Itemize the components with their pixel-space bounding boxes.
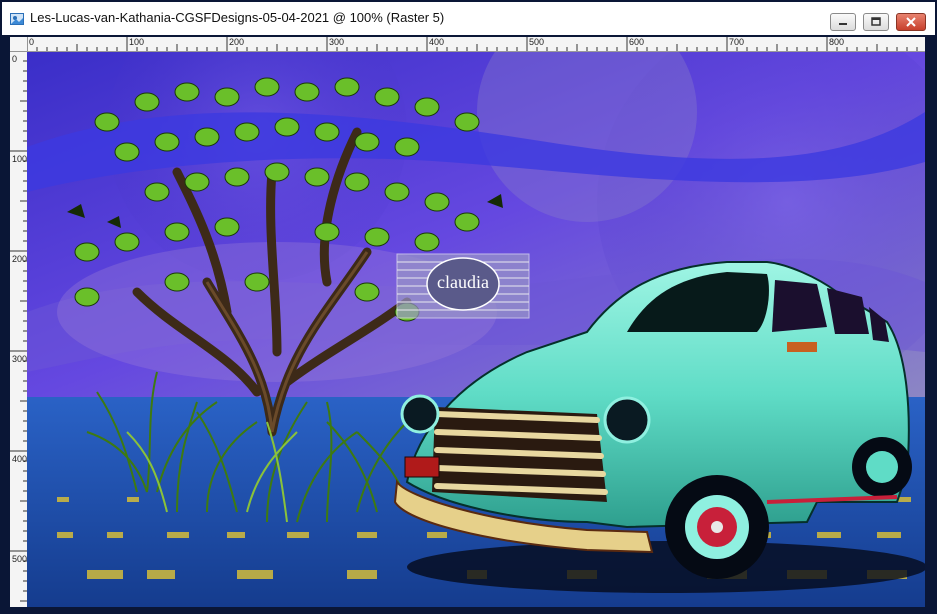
watermark-text: claudia (437, 272, 489, 292)
ruler-label: 800 (829, 37, 844, 47)
car-grille (432, 407, 608, 502)
restore-button[interactable] (863, 13, 889, 31)
artwork: claudia (27, 52, 925, 607)
window-title: Les-Lucas-van-Kathania-CGSFDesigns-05-04… (30, 10, 445, 25)
window-frame-edge (925, 37, 934, 609)
title-bar[interactable]: Les-Lucas-van-Kathania-CGSFDesigns-05-04… (2, 2, 935, 35)
ruler-label: 200 (229, 37, 244, 47)
ruler-label: 0 (12, 54, 17, 64)
ruler-label: 100 (129, 37, 144, 47)
ruler-label: 200 (12, 254, 27, 264)
ruler-label: 300 (12, 354, 27, 364)
restore-icon (871, 17, 881, 26)
ruler-label: 400 (12, 454, 27, 464)
ruler-label: 400 (429, 37, 444, 47)
close-icon (906, 17, 916, 27)
image-window: Les-Lucas-van-Kathania-CGSFDesigns-05-04… (0, 0, 937, 614)
minimize-icon (839, 23, 847, 25)
ruler-label: 500 (529, 37, 544, 47)
ruler-label: 600 (629, 37, 644, 47)
ruler-label: 100 (12, 154, 27, 164)
vertical-ruler[interactable]: 0 100 200 300 400 500 (10, 50, 28, 607)
ruler-label: 700 (729, 37, 744, 47)
ruler-label: 300 (329, 37, 344, 47)
ruler-corner (10, 37, 28, 52)
minimize-button[interactable] (830, 13, 856, 31)
horizontal-ruler[interactable]: 0 100 200 300 400 500 600 700 800 (26, 37, 925, 52)
document-icon (10, 13, 24, 25)
ruler-label: 0 (29, 37, 34, 47)
ruler-label: 500 (12, 554, 27, 564)
watermark: claudia (396, 253, 530, 319)
image-canvas[interactable]: claudia (27, 52, 925, 607)
close-button[interactable] (896, 13, 926, 31)
